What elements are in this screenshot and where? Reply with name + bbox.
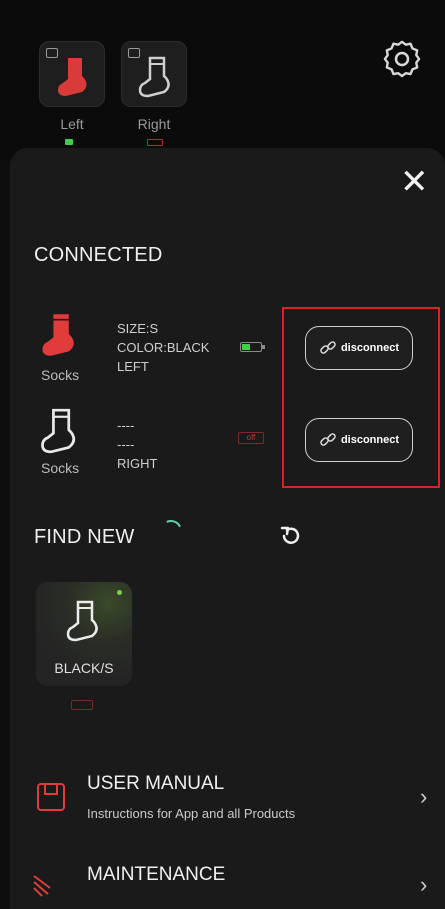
device-color: COLOR:BLACK (117, 340, 210, 355)
gear-icon[interactable] (383, 40, 423, 80)
status-dot (117, 590, 122, 595)
highlight-box (282, 307, 440, 488)
device-size: ---- (117, 418, 135, 433)
device-label: Socks (41, 460, 80, 476)
refresh-icon[interactable] (279, 524, 303, 548)
device-side: RIGHT (117, 456, 158, 471)
right-label: Right (137, 116, 171, 132)
chevron-right-icon[interactable]: › (420, 872, 427, 898)
device-side: LEFT (117, 359, 149, 374)
right-battery-indicator (147, 139, 163, 146)
device-size: SIZE:S (117, 321, 159, 336)
sock-icon (138, 56, 170, 98)
sock-icon (41, 408, 76, 454)
sock-icon (58, 58, 87, 96)
left-battery-indicator (65, 139, 73, 145)
found-device-label: BLACK/S (54, 660, 114, 676)
close-icon[interactable]: ✕ (400, 165, 429, 199)
user-manual-title[interactable]: USER MANUAL (87, 773, 224, 795)
manual-icon (37, 783, 65, 811)
user-manual-subtitle: Instructions for App and all Products (87, 806, 296, 821)
battery-indicator (71, 700, 93, 710)
left-label: Left (60, 116, 84, 132)
sock-icon (42, 314, 74, 356)
left-sock-tile[interactable] (39, 41, 105, 107)
chevron-right-icon[interactable]: › (420, 784, 427, 810)
device-label: Socks (41, 367, 80, 383)
device-color: ---- (117, 437, 135, 452)
right-sock-tile[interactable] (121, 41, 187, 107)
find-new-title: FIND NEW (34, 526, 135, 548)
battery-off-indicator: off (238, 432, 264, 444)
maintenance-icon (33, 875, 51, 897)
connected-title: CONNECTED (34, 244, 163, 266)
maintenance-title[interactable]: MAINTENANCE (87, 864, 225, 886)
battery-indicator (240, 342, 265, 352)
sock-icon (66, 600, 98, 642)
